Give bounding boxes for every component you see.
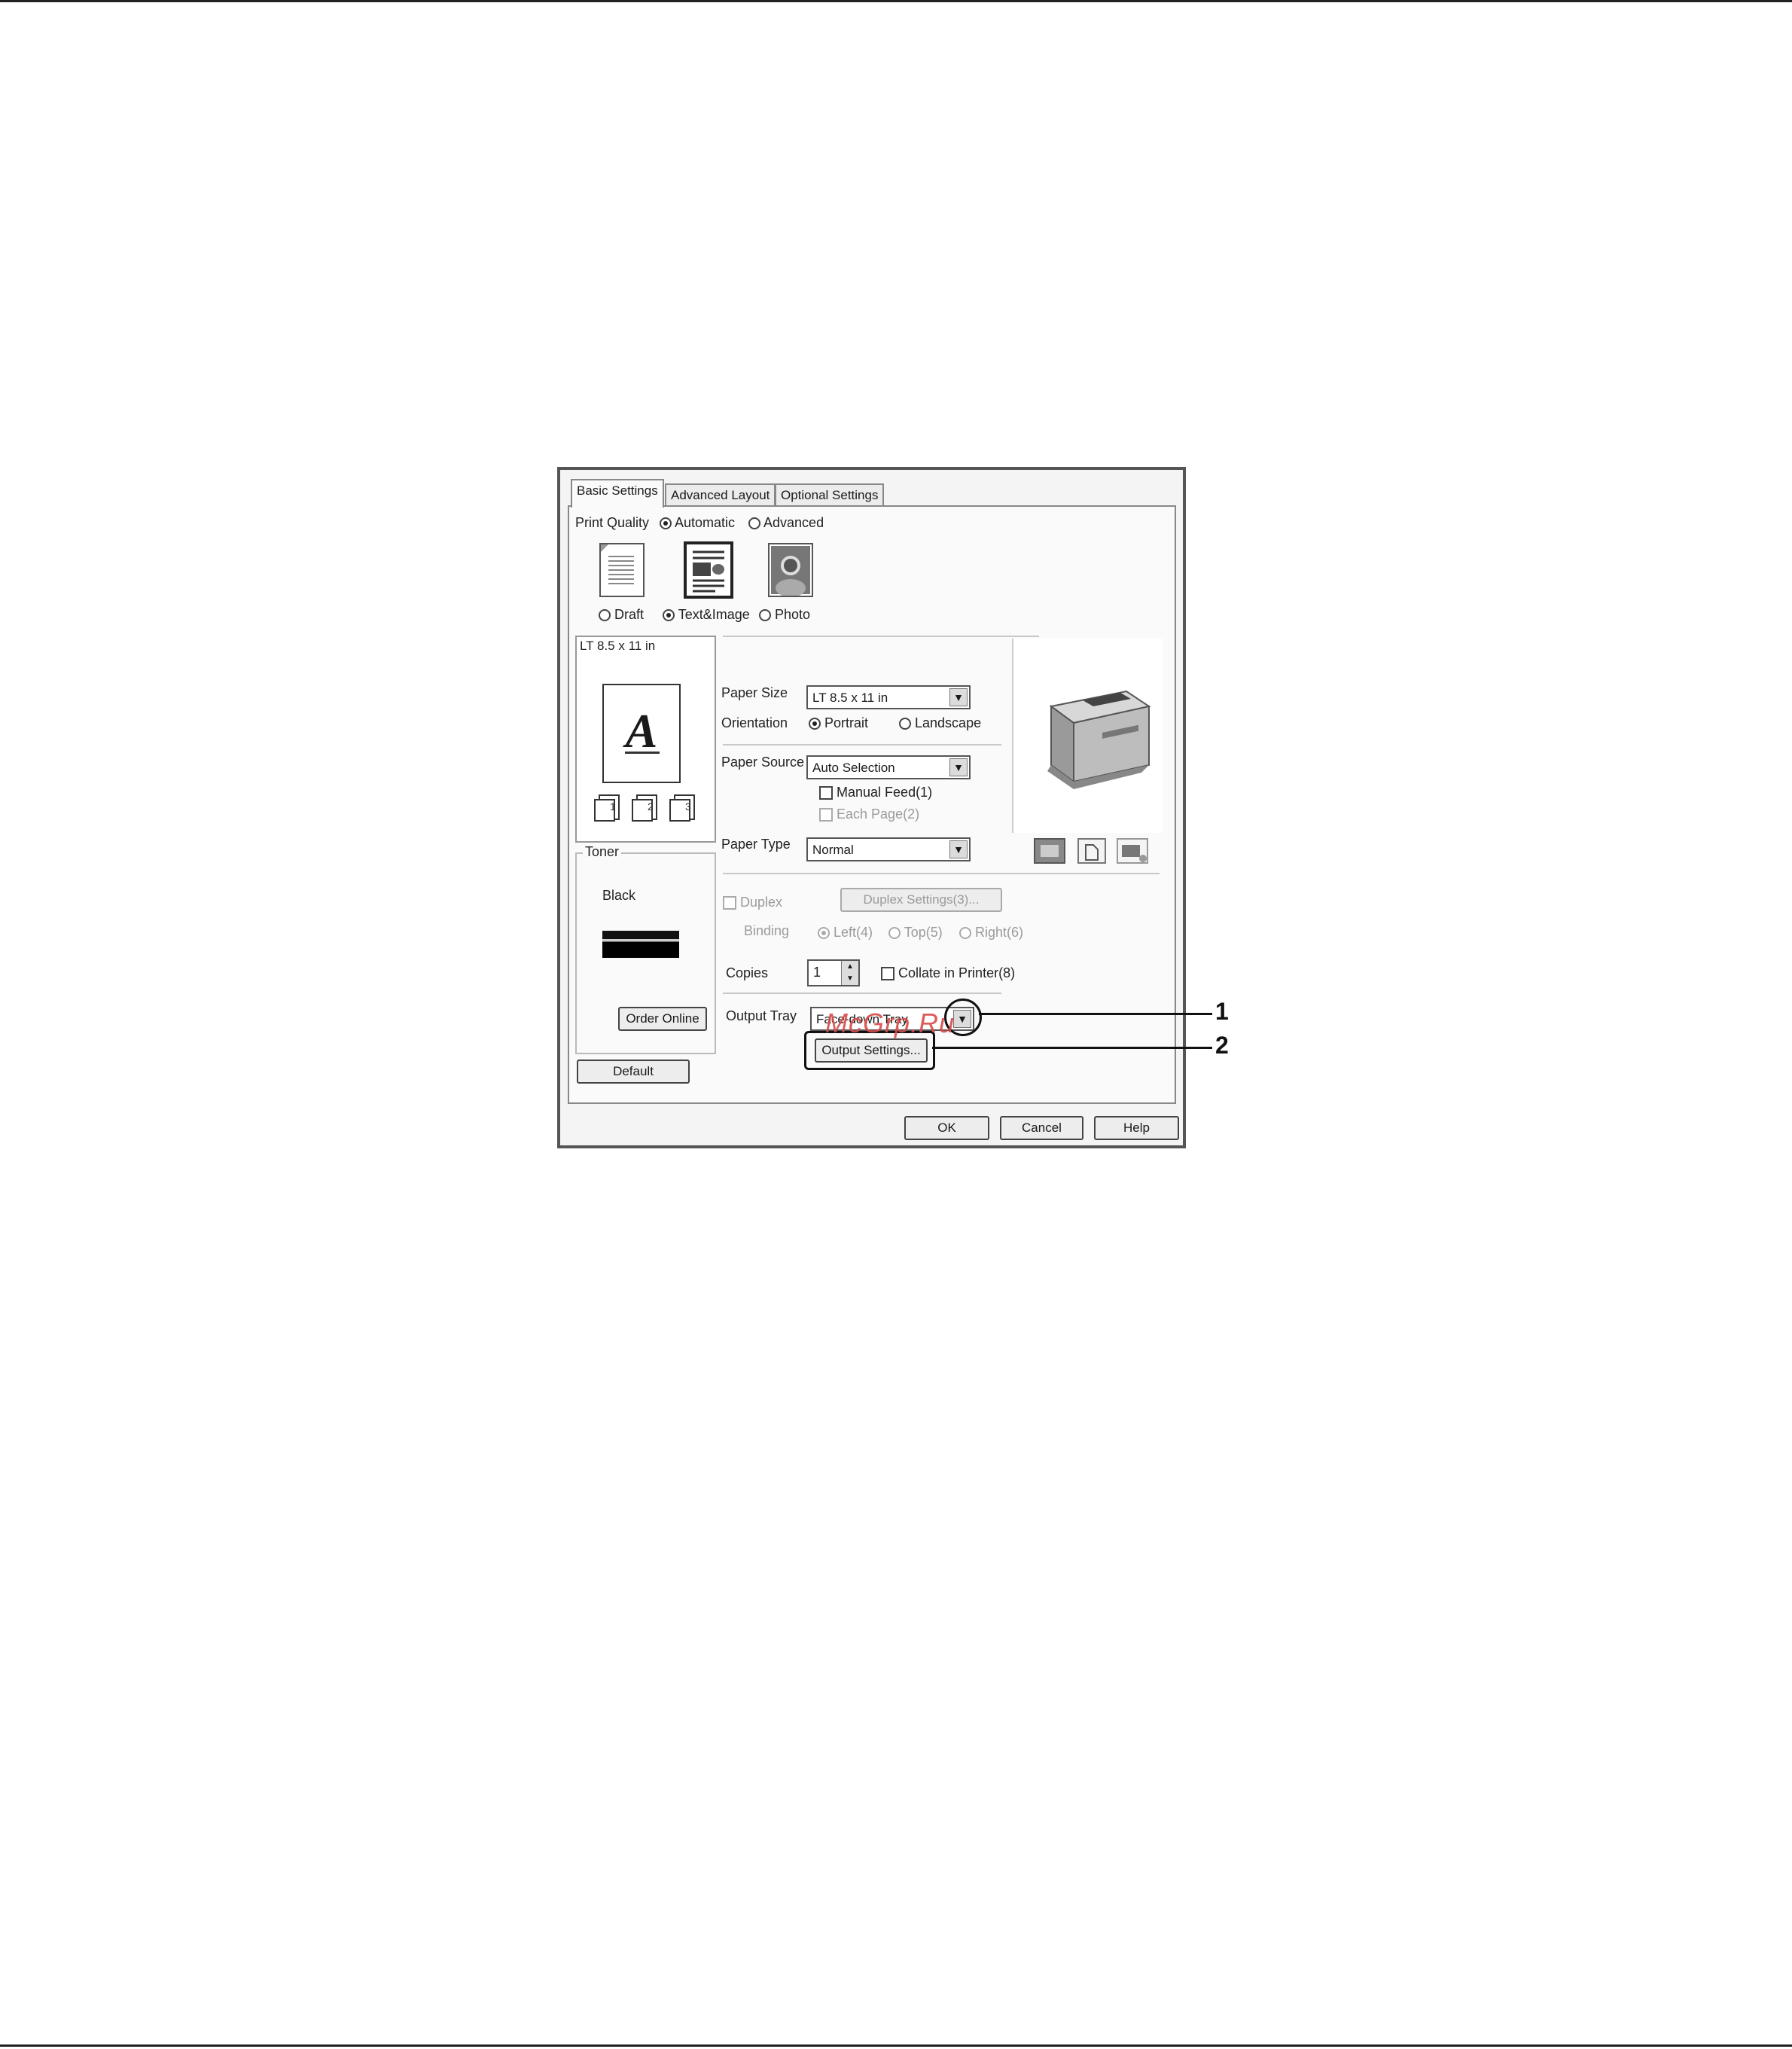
separator (723, 992, 1001, 994)
each-page-checkbox[interactable] (819, 808, 833, 822)
advanced-radio[interactable] (748, 517, 760, 530)
preview-glyph: A (625, 704, 658, 758)
text-image-radio[interactable] (663, 609, 675, 622)
page-preview-box: LT 8.5 x 11 in A 1 2 3 (575, 636, 716, 843)
each-page-option[interactable]: Each Page(2) (819, 806, 919, 822)
copies-label: Copies (726, 965, 769, 980)
preview-paper-label: LT 8.5 x 11 in (580, 639, 656, 653)
draft-quality-icon[interactable] (599, 543, 645, 597)
manual-feed-option[interactable]: Manual Feed(1) (819, 785, 932, 800)
quality-draft-option[interactable]: Draft (599, 607, 644, 623)
order-online-button[interactable]: Order Online (618, 1007, 707, 1031)
toner-label: Toner (583, 844, 622, 860)
orientation-label: Orientation (721, 715, 788, 730)
separator (723, 636, 1039, 637)
chevron-down-icon[interactable]: ▼ (949, 758, 968, 776)
collate-option[interactable]: Collate in Printer(8) (881, 965, 1015, 981)
binding-right-option[interactable]: Right(6) (959, 925, 1023, 941)
duplex-settings-button[interactable]: Duplex Settings(3)... (840, 888, 1002, 912)
page-top-rule (0, 0, 1792, 2)
paper-source-select[interactable]: Auto Selection ▼ (806, 755, 971, 779)
ok-button[interactable]: OK (904, 1116, 989, 1140)
paper-source-label: Paper Source (721, 755, 805, 770)
chevron-down-icon[interactable]: ▼ (949, 688, 968, 706)
text-image-quality-icon[interactable] (684, 541, 733, 599)
toner-level-bar (602, 931, 679, 958)
binding-left-option[interactable]: Left(4) (818, 925, 873, 941)
page-bottom-rule (0, 2044, 1792, 2047)
output-tray-label: Output Tray (726, 1008, 797, 1023)
separator (723, 873, 1160, 874)
svg-text:1: 1 (610, 800, 616, 813)
separator (723, 744, 1001, 746)
collate-pages-icon: 1 2 3 (592, 792, 705, 826)
chevron-up-icon[interactable]: ▲ (841, 961, 858, 973)
duplex-checkbox[interactable] (723, 896, 736, 910)
print-quality-label: Print Quality (575, 515, 650, 530)
paper-type-label: Paper Type (721, 837, 791, 852)
paper-size-label: Paper Size (721, 685, 788, 700)
collate-checkbox[interactable] (881, 967, 894, 981)
callout-2-number: 2 (1215, 1032, 1229, 1059)
default-button[interactable]: Default (577, 1060, 690, 1084)
callout-1-leader (979, 1013, 1212, 1015)
landscape-radio[interactable] (899, 718, 911, 730)
tab-basic-settings[interactable]: Basic Settings (571, 479, 664, 508)
printer-image (1012, 639, 1163, 833)
chevron-down-icon[interactable]: ▼ (949, 840, 968, 858)
orientation-landscape[interactable]: Landscape (899, 715, 981, 731)
preview-text-line (625, 752, 660, 754)
binding-left-radio[interactable] (818, 927, 830, 940)
help-button[interactable]: Help (1094, 1116, 1179, 1140)
manual-feed-checkbox[interactable] (819, 786, 833, 800)
toner-black-label: Black (602, 888, 636, 903)
duplex-option[interactable]: Duplex (723, 895, 782, 910)
preview-page: A (602, 684, 681, 783)
paper-type-select[interactable]: Normal ▼ (806, 837, 971, 861)
quality-text-image-option[interactable]: Text&Image (663, 607, 750, 623)
draft-radio[interactable] (599, 609, 611, 622)
photo-quality-icon[interactable] (768, 543, 813, 597)
svg-text:3: 3 (685, 800, 691, 813)
tab-optional-settings[interactable]: Optional Settings (775, 483, 885, 506)
binding-top-option[interactable]: Top(5) (888, 925, 943, 941)
copies-value: 1 (813, 965, 821, 980)
orientation-portrait[interactable]: Portrait (809, 715, 868, 731)
paper-size-select[interactable]: LT 8.5 x 11 in ▼ (806, 685, 971, 709)
quality-mode-advanced[interactable]: Advanced (748, 515, 824, 531)
binding-right-radio[interactable] (959, 927, 971, 940)
printer-view-icons[interactable] (1033, 836, 1154, 870)
quality-mode-automatic[interactable]: Automatic (660, 515, 735, 531)
callout-2-leader (932, 1047, 1212, 1049)
automatic-radio[interactable] (660, 517, 672, 530)
quality-photo-option[interactable]: Photo (759, 607, 810, 623)
photo-radio[interactable] (759, 609, 771, 622)
svg-text:2: 2 (648, 800, 654, 813)
copies-stepper[interactable]: 1 ▲ ▼ (807, 959, 860, 986)
binding-top-radio[interactable] (888, 927, 901, 940)
tab-advanced-layout[interactable]: Advanced Layout (665, 483, 776, 506)
cancel-button[interactable]: Cancel (1000, 1116, 1083, 1140)
binding-label: Binding (744, 923, 790, 938)
portrait-radio[interactable] (809, 718, 821, 730)
watermark: McGrp.Ru (825, 1008, 955, 1038)
callout-1-number: 1 (1215, 998, 1229, 1025)
chevron-down-icon[interactable]: ▼ (841, 973, 858, 985)
